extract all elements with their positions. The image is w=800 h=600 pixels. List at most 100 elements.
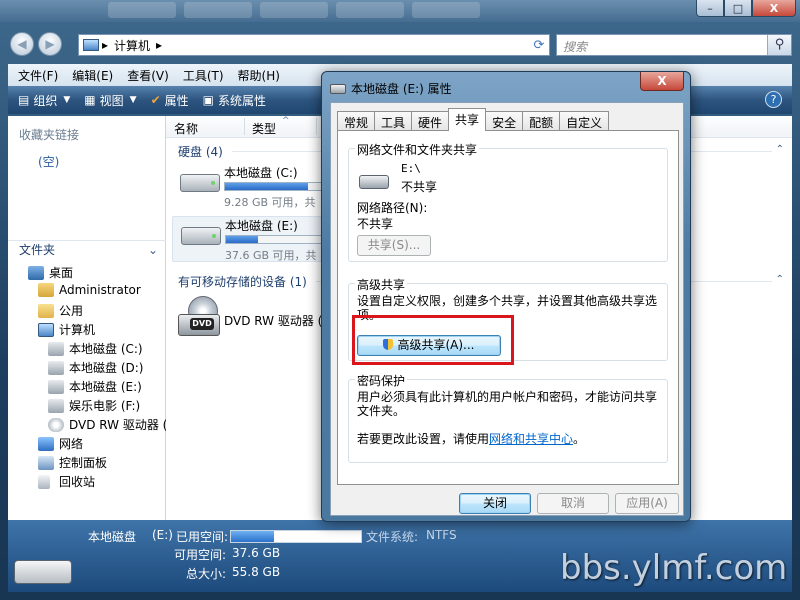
dialog-close-button[interactable]: X — [640, 72, 684, 91]
share-button[interactable]: 共享(S)... — [357, 235, 431, 256]
navigation-pane: 收藏夹链接 (空) 文件夹 ⌄ 桌面 Administrator 公用 计算机 … — [8, 116, 167, 520]
details-used-label: 已用空间: — [176, 530, 229, 544]
group-hard-disks[interactable]: 硬盘 (4) — [178, 143, 223, 160]
column-divider[interactable] — [244, 118, 245, 135]
menu-help[interactable]: 帮助(H) — [238, 67, 280, 84]
details-drive-name: 本地磁盘 — [88, 530, 137, 544]
title-bar: – □ X — [0, 0, 800, 22]
share-path: E:\ — [401, 162, 421, 175]
search-input[interactable]: 搜索 ⚲ — [556, 34, 792, 56]
back-arrow-icon: ◀ — [17, 37, 27, 51]
details-usage-fill — [231, 531, 274, 542]
tab-customize[interactable]: 自定义 — [559, 111, 610, 131]
details-fs-label: 文件系统: — [366, 530, 419, 544]
drive-c-item[interactable]: 本地磁盘 (C:) 9.28 GB 可用，共 — [172, 164, 324, 210]
tree-label: 桌面 — [49, 266, 74, 280]
windows-drive-icon — [180, 174, 220, 192]
menu-file[interactable]: 文件(F) — [18, 67, 58, 84]
maximize-button[interactable]: □ — [724, 0, 752, 17]
tab-security[interactable]: 安全 — [485, 111, 524, 131]
close-dialog-button[interactable]: 关闭 — [459, 493, 531, 514]
network-sharing-center-link[interactable]: 网络和共享中心 — [489, 432, 573, 446]
tree-label: 公用 — [59, 304, 84, 318]
tab-strip: 常规 工具 硬件 共享 安全 配额 自定义 — [337, 108, 679, 131]
drive-icon — [181, 227, 221, 245]
tree-item-drive-c[interactable]: 本地磁盘 (C:) — [48, 340, 143, 357]
favorites-header[interactable]: 收藏夹链接 — [19, 126, 79, 143]
password-protection-group: 密码保护 用户必须具有此计算机的用户帐户和密码，才能访问共享文件夹。 若要更改此… — [348, 372, 668, 463]
tree-item-computer[interactable]: 计算机 — [38, 321, 95, 338]
address-bar[interactable]: ▸ 计算机 ▸ — [78, 34, 550, 56]
tree-item-control-panel[interactable]: 控制面板 — [38, 454, 107, 471]
network-icon — [38, 436, 54, 451]
checkmark-icon: ✔ — [150, 93, 161, 107]
tree-item-drive-d[interactable]: 本地磁盘 (D:) — [48, 359, 143, 376]
tree-item-desktop[interactable]: 桌面 — [28, 264, 73, 281]
minimize-button[interactable]: – — [696, 0, 724, 17]
collapse-icon[interactable]: ⌃ — [776, 274, 784, 285]
drive-icon — [330, 83, 346, 94]
dialog-title-bar: 本地磁盘 (E:) 属性 — [330, 80, 452, 97]
search-icon[interactable]: ⚲ — [767, 35, 791, 55]
control-panel-icon — [38, 455, 54, 470]
breadcrumb-separator[interactable]: ▸ — [99, 38, 111, 52]
tree-item-drive-e[interactable]: 本地磁盘 (E:) — [48, 378, 142, 395]
sharing-tab-panel: 网络文件和文件夹共享 E:\ 不共享 网络路径(N): 不共享 共享(S)...… — [337, 130, 679, 485]
drive-e-item[interactable]: 本地磁盘 (E:) 37.6 GB 可用，共 — [172, 216, 325, 262]
tab-quota[interactable]: 配额 — [522, 111, 561, 131]
details-total-label: 总大小: — [185, 567, 226, 581]
forward-button[interactable]: ▶ — [38, 32, 62, 56]
desktop-icon — [28, 265, 44, 280]
group-title: 密码保护 — [355, 372, 408, 389]
dvd-drive-icon — [48, 417, 64, 432]
views-button[interactable]: ▦ 视图 ▼ — [84, 92, 136, 109]
dvd-drive-icon: DVD — [178, 296, 220, 338]
organize-button[interactable]: ▤ 组织 ▼ — [18, 92, 70, 109]
menu-view[interactable]: 查看(V) — [127, 67, 169, 84]
tree-label: 控制面板 — [59, 456, 108, 470]
tree-label: 娱乐电影 (F:) — [69, 399, 141, 413]
folders-header[interactable]: 文件夹 ⌄ — [8, 240, 166, 260]
system-properties-label: 系统属性 — [217, 93, 266, 108]
watermark: bbs.ylmf.com — [560, 548, 788, 588]
background-tab — [260, 2, 328, 18]
drive-free-space: 9.28 GB 可用，共 — [224, 196, 316, 209]
tree-item-recycle-bin[interactable]: 回收站 — [38, 473, 95, 490]
back-button[interactable]: ◀ — [10, 32, 34, 56]
group-removable[interactable]: 有可移动存储的设备 (1) — [178, 273, 307, 290]
tree-item-drive-f[interactable]: 娱乐电影 (F:) — [48, 397, 140, 414]
column-divider[interactable] — [316, 118, 317, 135]
collapse-icon[interactable]: ⌃ — [776, 144, 784, 155]
tab-general[interactable]: 常规 — [337, 111, 376, 131]
column-name[interactable]: 名称 — [174, 120, 198, 137]
dvd-drive-item[interactable]: DVD DVD RW 驱动器 ( — [172, 296, 322, 340]
drive-icon — [14, 560, 72, 584]
breadcrumb-computer[interactable]: 计算机 — [111, 37, 153, 54]
cancel-button[interactable]: 取消 — [537, 493, 609, 514]
tree-item-network[interactable]: 网络 — [38, 435, 83, 452]
drive-usage-fill — [226, 236, 259, 243]
help-icon[interactable]: ? — [765, 91, 782, 108]
tree-item-dvd[interactable]: DVD RW 驱动器 ( — [48, 416, 167, 433]
tree-item-administrator[interactable]: Administrator — [38, 283, 141, 297]
group-title: 网络文件和文件夹共享 — [355, 141, 480, 158]
system-properties-button[interactable]: ▣ 系统属性 — [203, 92, 266, 109]
tab-sharing[interactable]: 共享 — [448, 108, 487, 131]
folders-label: 文件夹 — [19, 243, 56, 257]
close-button[interactable]: X — [752, 0, 796, 17]
properties-label: 属性 — [164, 93, 189, 108]
apply-button[interactable]: 应用(A) — [615, 493, 679, 514]
menu-tools[interactable]: 工具(T) — [183, 67, 224, 84]
refresh-icon[interactable]: ⟳ — [528, 34, 550, 56]
tree-item-public[interactable]: 公用 — [38, 302, 83, 319]
drive-usage-bar — [224, 182, 324, 191]
details-usage-bar — [230, 530, 362, 543]
breadcrumb-separator[interactable]: ▸ — [153, 38, 165, 52]
tab-hardware[interactable]: 硬件 — [411, 111, 450, 131]
tab-tools[interactable]: 工具 — [374, 111, 413, 131]
column-type[interactable]: 类型 — [252, 120, 276, 137]
tree-label: 本地磁盘 (D:) — [69, 361, 144, 375]
menu-edit[interactable]: 编辑(E) — [72, 67, 113, 84]
folder-icon — [38, 303, 54, 318]
properties-button[interactable]: ✔ 属性 — [151, 92, 189, 109]
